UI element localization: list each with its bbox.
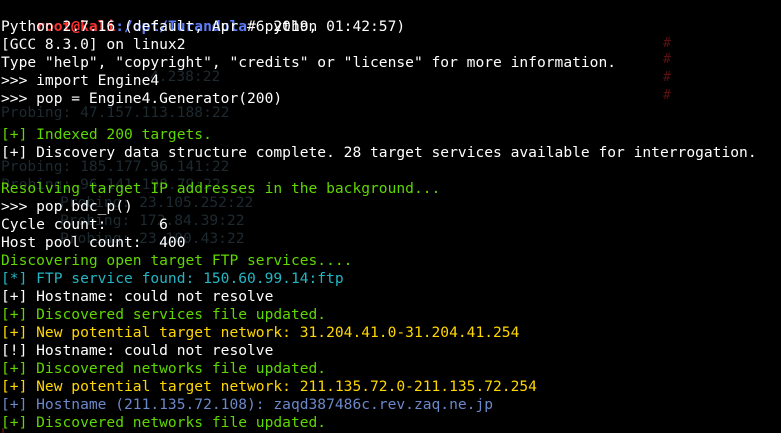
output-line: Resolving target IP addresses in the bac… bbox=[1, 180, 441, 197]
output-line: Python 2.7.16 (default, Apr 6 2019, 01:4… bbox=[1, 18, 406, 35]
output-line: [+] Discovery data structure complete. 2… bbox=[1, 144, 757, 161]
output-line: [+] Discovered services file updated. bbox=[1, 306, 327, 323]
output-line: [+] Hostname: could not resolve bbox=[1, 288, 274, 305]
terminal-window[interactable]: 4.238:22 Probing: 47.157.113.188:22 Prob… bbox=[0, 0, 781, 433]
shell-prompt-line: root@kali:/opt/Turandula# python bbox=[1, 0, 317, 35]
output-line: [+] Discovered networks file updated. bbox=[1, 414, 327, 431]
output-line: Discovering open target FTP services.... bbox=[1, 252, 353, 269]
output-line: [!] Hostname: could not resolve bbox=[1, 342, 274, 359]
output-line: [*] FTP service found: 150.60.99.14:ftp bbox=[1, 270, 344, 287]
output-line: [+] Indexed 200 targets. bbox=[1, 126, 212, 143]
output-line: >>> pop = Engine4.Generator(200) bbox=[1, 90, 283, 107]
output-line: Host pool count: 400 bbox=[1, 234, 186, 251]
background-mark: # bbox=[663, 88, 671, 103]
text-cursor bbox=[2, 428, 4, 433]
output-line: Cycle count: 6 bbox=[1, 216, 168, 233]
background-mark: # bbox=[663, 52, 671, 67]
output-line: [+] Hostname (211.135.72.108): zaqd38748… bbox=[1, 396, 494, 413]
output-line: >>> pop.bdc_p() bbox=[1, 198, 133, 215]
background-mark: # bbox=[663, 70, 671, 85]
output-line: [+] New potential target network: 211.13… bbox=[1, 378, 537, 395]
output-line: [+] New potential target network: 31.204… bbox=[1, 324, 520, 341]
background-mark: # bbox=[663, 36, 671, 51]
output-line: >>> import Engine4 bbox=[1, 72, 160, 89]
output-line: [+] Discovered networks file updated. bbox=[1, 360, 327, 377]
output-line: Type "help", "copyright", "credits" or "… bbox=[1, 54, 617, 71]
output-line: [GCC 8.3.0] on linux2 bbox=[1, 36, 186, 53]
